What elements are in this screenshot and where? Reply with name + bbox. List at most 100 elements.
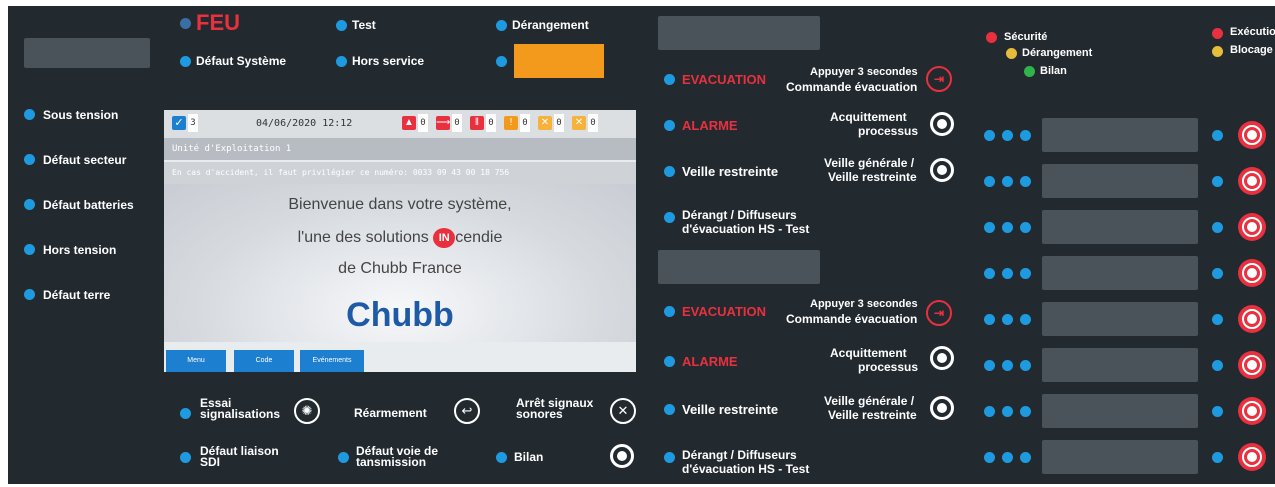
evacuation-label-2: EVACUATION [682, 304, 767, 319]
left-item: Défaut secteur [24, 137, 134, 182]
code-button[interactable]: Code [234, 350, 294, 372]
feu-label: FEU [196, 10, 240, 35]
button-core [937, 119, 947, 129]
hors-service-label: Hors service [352, 54, 425, 68]
counter-value: 3 [188, 114, 198, 132]
alarme-led-2 [664, 356, 675, 367]
securite-led [986, 32, 997, 43]
appuyer-label-1: Appuyer 3 secondes [810, 66, 918, 78]
status-led [496, 56, 507, 67]
defaut-voie-label: Défaut voie de tansmission [356, 444, 439, 469]
zone-display-2 [658, 250, 820, 284]
test-label: Test [352, 18, 376, 32]
welcome-line-3: de Chubb France [338, 260, 462, 277]
veille-restreinte-label-1: Veille restreinte [682, 164, 779, 179]
evacuation-exit-icon-2[interactable]: ⇥ [926, 300, 952, 326]
zone-status-led [1212, 452, 1223, 463]
button-core [1247, 452, 1257, 462]
veille-button-2[interactable] [930, 396, 954, 420]
alarme-label-1: ALARME [682, 118, 738, 133]
zone-execution-button[interactable] [1238, 351, 1266, 379]
zone-execution-button[interactable] [1238, 305, 1266, 333]
derangt-label-1: Dérangt / Diffuseurs [682, 208, 797, 222]
derangement-legend: Dérangement [1022, 47, 1093, 59]
execution-led [1212, 28, 1223, 39]
zone-execution-button[interactable] [1238, 443, 1266, 471]
bilan-legend-led [1024, 66, 1035, 77]
led-dot [24, 109, 35, 120]
zone-led [1002, 314, 1013, 325]
zone-led [1002, 452, 1013, 463]
derangt-label-2: Dérangt / Diffuseurs [682, 448, 797, 462]
zone-led [984, 268, 995, 279]
door-count: 0 [486, 114, 496, 132]
commande-evac-label-2: Commande évacuation [786, 312, 918, 326]
zone-status-led [1212, 406, 1223, 417]
derangement-legend-led [1006, 48, 1017, 59]
orange-status-indicator [514, 44, 604, 78]
zone-status-led [1212, 314, 1223, 325]
zone-led [1002, 360, 1013, 371]
zone-execution-button[interactable] [1238, 121, 1266, 149]
fire-icon: ▲ [402, 116, 416, 130]
evacuation-count: 0 [452, 114, 462, 132]
acquittement-label-2: Acquittement [830, 346, 907, 360]
status-display-box [24, 38, 150, 68]
zone-led [1002, 176, 1013, 187]
zone-status-led [1212, 130, 1223, 141]
accident-notice: En cas d'accident, il faut privilégier c… [164, 162, 636, 184]
evacuation-exit-icon-1[interactable]: ⇥ [926, 66, 952, 92]
derangement-label: Dérangement [512, 18, 589, 32]
events-button[interactable]: Evénements [300, 350, 364, 372]
button-core [1247, 360, 1257, 370]
alarme-led-1 [664, 120, 675, 131]
bilan-label: Bilan [514, 450, 544, 464]
door-icon: ‖ [470, 116, 484, 130]
left-item: Défaut batteries [24, 182, 134, 227]
out-of-service-icon: ✕ [538, 116, 552, 130]
welcome-line-2: l'une des solutions IN cendie [164, 228, 636, 248]
zone-led [1020, 452, 1031, 463]
rearmement-button[interactable]: ↩ [454, 398, 480, 424]
bilan-led [496, 452, 507, 463]
zone-execution-button[interactable] [1238, 397, 1266, 425]
button-core [937, 165, 947, 175]
essai-led [180, 408, 191, 419]
zone-execution-button[interactable] [1238, 259, 1266, 287]
arret-signaux-button[interactable]: ✕ [610, 398, 636, 424]
securite-legend: Sécurité [1004, 31, 1048, 43]
zone-execution-button[interactable] [1238, 213, 1266, 241]
zone-led [984, 360, 995, 371]
veille-restreinte-label-2: Veille restreinte [682, 402, 779, 417]
zone-led [1020, 406, 1031, 417]
menu-button[interactable]: Menu [166, 350, 226, 372]
evac-hs-label-2: d'évacuation HS - Test [682, 462, 810, 476]
essai-label: Essai signalisations [200, 396, 281, 421]
welcome-area: Bienvenue dans votre système, l'une des … [164, 184, 636, 342]
zone-led [1020, 268, 1031, 279]
acquittement-button-1[interactable] [930, 112, 954, 136]
left-item: Défaut terre [24, 272, 134, 317]
derangt-led-1 [664, 212, 675, 223]
acquittement-label-1: Acquittement [830, 110, 907, 124]
zone-execution-button[interactable] [1238, 167, 1266, 195]
evacuation-led-1 [664, 74, 675, 85]
button-core [1247, 314, 1257, 324]
veille-restreinte2-label-2: Veille restreinte [828, 408, 917, 422]
touch-screen[interactable]: ✓ 3 04/06/2020 12:12 ▲ 0 ⟶ 0 ‖ 0 ! 0 ✕ 0… [164, 110, 636, 372]
veille-button-1[interactable] [930, 158, 954, 182]
zone-led [1020, 130, 1031, 141]
left-item-label: Sous tension [43, 107, 119, 122]
zone-status-led [1212, 268, 1223, 279]
essai-signalisations-button[interactable]: ✺ [294, 398, 320, 424]
button-core [1247, 222, 1257, 232]
acquittement-button-2[interactable] [930, 346, 954, 370]
bilan-button[interactable] [610, 444, 634, 468]
defaut-systeme-led [180, 56, 191, 67]
control-panel: FEU Test Dérangement Défaut Système Hors… [8, 6, 1275, 484]
zone-led [984, 222, 995, 233]
zone-display [1042, 394, 1198, 428]
defaut-liaison-label: Défaut liaison SDI [200, 444, 279, 469]
button-core [937, 403, 947, 413]
voie-led [338, 452, 349, 463]
